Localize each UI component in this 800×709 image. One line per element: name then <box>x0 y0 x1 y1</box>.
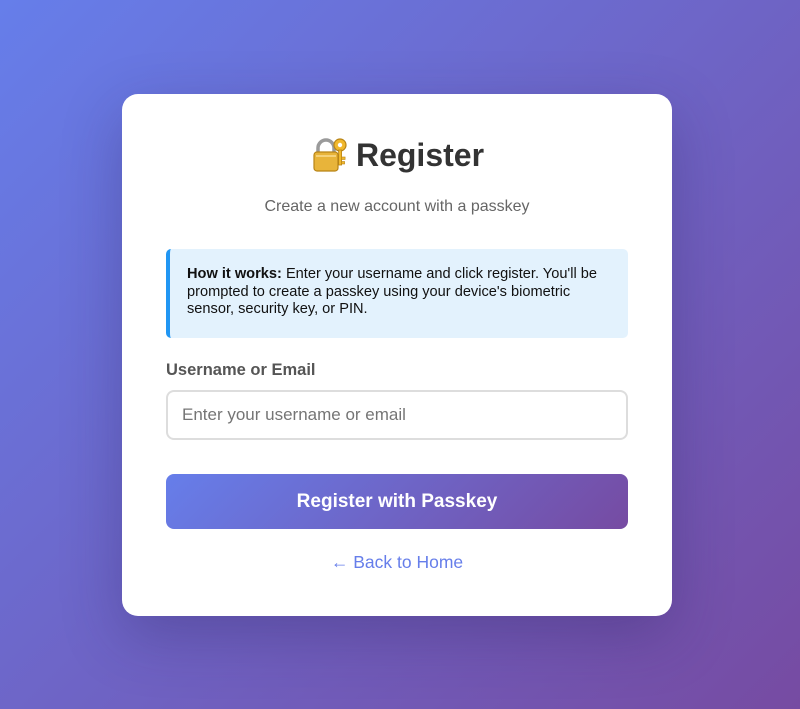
title-row: Register <box>122 136 672 174</box>
info-heading: How it works: <box>187 266 282 282</box>
page-subtitle: Create a new account with a passkey <box>264 198 530 215</box>
locked-with-key-icon <box>310 136 348 174</box>
register-card: Register Create a new account with a pas… <box>122 94 672 616</box>
username-input[interactable] <box>166 390 628 440</box>
back-to-home-link[interactable]: ← Back to Home <box>122 552 672 573</box>
info-box: How it works: Enter your username and cl… <box>166 249 628 338</box>
register-passkey-button[interactable]: Register with Passkey <box>166 474 628 529</box>
page-title: Register <box>355 136 485 173</box>
username-label: Username or Email <box>166 361 316 379</box>
